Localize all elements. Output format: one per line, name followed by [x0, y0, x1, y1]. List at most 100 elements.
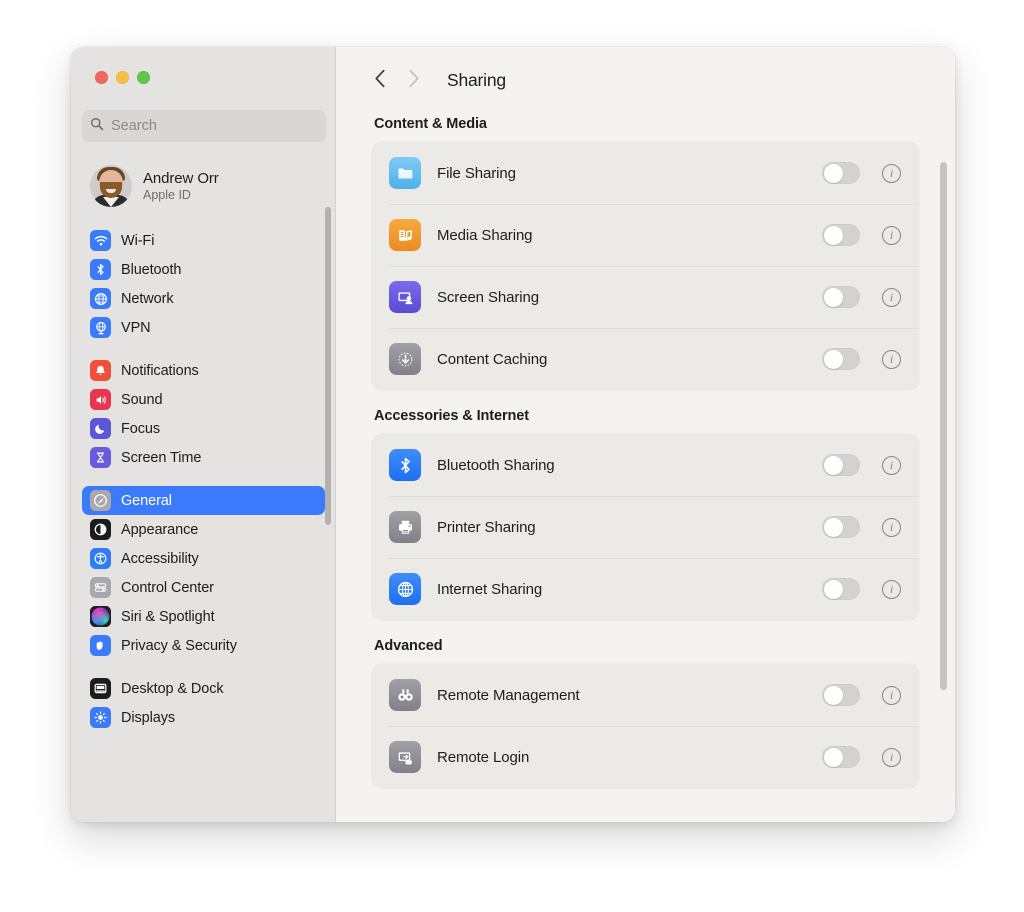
- section-title-advanced: Advanced: [374, 638, 443, 654]
- sidebar-item-displays[interactable]: Displays: [82, 703, 325, 732]
- sidebar-item-general[interactable]: General: [82, 486, 325, 515]
- row-file-sharing[interactable]: File Sharing i: [372, 142, 919, 204]
- toolbar: Sharing: [336, 47, 955, 113]
- sidebar-group-notifications: Notifications Sound Focus Screen Time: [82, 356, 325, 472]
- sidebar-item-appearance[interactable]: Appearance: [82, 515, 325, 544]
- bluetooth-sharing-toggle[interactable]: [822, 454, 860, 476]
- sidebar-item-siri-spotlight[interactable]: Siri & Spotlight: [82, 602, 325, 631]
- remote-management-toggle[interactable]: [822, 684, 860, 706]
- moon-icon: [90, 418, 111, 439]
- row-media-sharing[interactable]: Media Sharing i: [372, 204, 919, 266]
- file-sharing-toggle[interactable]: [822, 162, 860, 184]
- section-card-content-media: File Sharing i Media Sharing i Screen Sh…: [372, 142, 919, 390]
- content-caching-toggle[interactable]: [822, 348, 860, 370]
- row-printer-sharing[interactable]: Printer Sharing i: [372, 496, 919, 558]
- sidebar-item-label: Control Center: [121, 579, 214, 596]
- sidebar-scrollbar[interactable]: [325, 207, 331, 525]
- row-content-caching[interactable]: Content Caching i: [372, 328, 919, 390]
- chevron-left-icon: [374, 69, 387, 91]
- close-window-button[interactable]: [95, 71, 108, 84]
- sidebar-item-label: Screen Time: [121, 449, 202, 466]
- sidebar: Andrew Orr Apple ID: [71, 47, 336, 822]
- bluetooth-icon: [389, 449, 421, 481]
- info-icon[interactable]: i: [882, 349, 901, 369]
- search-icon: [90, 117, 104, 136]
- section-title-accessories-internet: Accessories & Internet: [374, 408, 529, 424]
- printer-sharing-toggle[interactable]: [822, 516, 860, 538]
- hourglass-icon: [90, 447, 111, 468]
- row-screen-sharing[interactable]: Screen Sharing i: [372, 266, 919, 328]
- sidebar-item-sound[interactable]: Sound: [82, 385, 325, 414]
- row-remote-management[interactable]: Remote Management i: [372, 664, 919, 726]
- desktop-dock-icon: [90, 678, 111, 699]
- printer-icon: [389, 511, 421, 543]
- sidebar-item-control-center[interactable]: Control Center: [82, 573, 325, 602]
- sidebar-item-bluetooth[interactable]: Bluetooth: [82, 255, 325, 284]
- sidebar-item-label: Desktop & Dock: [121, 680, 224, 697]
- info-icon[interactable]: i: [882, 517, 901, 537]
- row-label: Printer Sharing: [437, 518, 536, 536]
- row-remote-login[interactable]: Remote Login i: [372, 726, 919, 788]
- row-label: Remote Login: [437, 748, 530, 766]
- row-label: Internet Sharing: [437, 580, 543, 598]
- page-title: Sharing: [447, 69, 506, 90]
- system-settings-window: Andrew Orr Apple ID: [71, 47, 955, 822]
- sidebar-item-accessibility[interactable]: Accessibility: [82, 544, 325, 573]
- main-scrollbar[interactable]: [940, 162, 947, 690]
- row-label: Remote Management: [437, 686, 580, 704]
- sidebar-item-label: Network: [121, 290, 174, 307]
- sidebar-item-label: Bluetooth: [121, 261, 182, 278]
- row-bluetooth-sharing[interactable]: Bluetooth Sharing i: [372, 434, 919, 496]
- remote-login-toggle[interactable]: [822, 746, 860, 768]
- sidebar-item-label: Displays: [121, 709, 175, 726]
- search-input[interactable]: [111, 118, 318, 134]
- info-icon[interactable]: i: [882, 685, 901, 705]
- screenshot-root: Andrew Orr Apple ID: [0, 0, 1024, 912]
- sidebar-group-connectivity: Wi-Fi Bluetooth Network VPN: [82, 226, 325, 342]
- sidebar-item-label: General: [121, 492, 172, 509]
- maximize-window-button[interactable]: [137, 71, 150, 84]
- settings-scroll-area[interactable]: Content & Media File Sharing i Media Sha…: [336, 113, 955, 822]
- chevron-right-icon: [407, 69, 420, 91]
- info-icon[interactable]: i: [882, 163, 901, 183]
- siri-icon: [90, 606, 111, 627]
- speaker-icon: [90, 389, 111, 410]
- avatar: [90, 165, 132, 207]
- media-sharing-toggle[interactable]: [822, 224, 860, 246]
- account-text: Andrew Orr Apple ID: [143, 170, 219, 202]
- sidebar-item-focus[interactable]: Focus: [82, 414, 325, 443]
- download-arrow-icon: [389, 343, 421, 375]
- sidebar-item-screen-time[interactable]: Screen Time: [82, 443, 325, 472]
- minimize-window-button[interactable]: [116, 71, 129, 84]
- back-button[interactable]: [365, 65, 395, 95]
- sidebar-scroll-area[interactable]: Andrew Orr Apple ID Wi-Fi Bluetooth Netw…: [71, 152, 336, 822]
- bell-icon: [90, 360, 111, 381]
- main-pane: Sharing Content & Media File Sharing i M…: [336, 47, 955, 822]
- info-icon[interactable]: i: [882, 455, 901, 475]
- globe-icon: [389, 573, 421, 605]
- sidebar-item-notifications[interactable]: Notifications: [82, 356, 325, 385]
- sidebar-item-label: Wi-Fi: [121, 232, 155, 249]
- sidebar-item-desktop-dock[interactable]: Desktop & Dock: [82, 674, 325, 703]
- sidebar-item-wifi[interactable]: Wi-Fi: [82, 226, 325, 255]
- row-label: Bluetooth Sharing: [437, 456, 555, 474]
- row-label: File Sharing: [437, 164, 516, 182]
- row-internet-sharing[interactable]: Internet Sharing i: [372, 558, 919, 620]
- globe-icon: [90, 288, 111, 309]
- info-icon[interactable]: i: [882, 225, 901, 245]
- screen-person-icon: [389, 281, 421, 313]
- info-icon[interactable]: i: [882, 579, 901, 599]
- forward-button[interactable]: [398, 65, 428, 95]
- sidebar-item-network[interactable]: Network: [82, 284, 325, 313]
- info-icon[interactable]: i: [882, 287, 901, 307]
- sidebar-item-apple-id[interactable]: Andrew Orr Apple ID: [82, 160, 325, 212]
- gear-icon: [90, 490, 111, 511]
- sidebar-group-desktop: Desktop & Dock Displays: [82, 674, 325, 732]
- sidebar-item-privacy-security[interactable]: Privacy & Security: [82, 631, 325, 660]
- search-field[interactable]: [82, 110, 326, 142]
- info-icon[interactable]: i: [882, 747, 901, 767]
- sidebar-item-label: VPN: [121, 319, 151, 336]
- sidebar-item-vpn[interactable]: VPN: [82, 313, 325, 342]
- screen-sharing-toggle[interactable]: [822, 286, 860, 308]
- internet-sharing-toggle[interactable]: [822, 578, 860, 600]
